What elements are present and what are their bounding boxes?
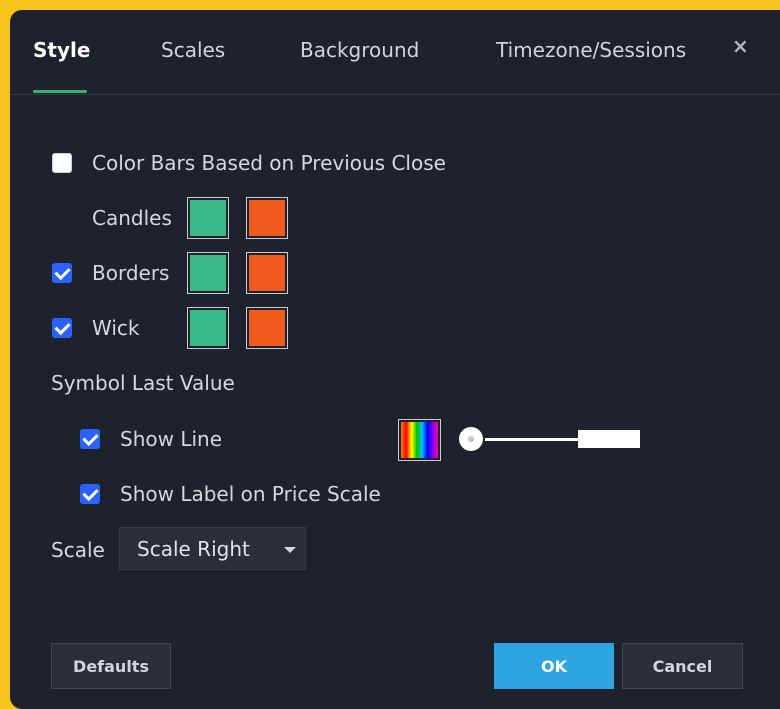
chevron-down-icon	[284, 547, 296, 553]
scale-select-value: Scale Right	[137, 537, 250, 561]
ok-button[interactable]: OK	[494, 643, 614, 689]
scale-select[interactable]: Scale Right	[119, 527, 306, 570]
wick-down-color-swatch[interactable]	[246, 307, 288, 349]
borders-down-color-swatch[interactable]	[246, 252, 288, 294]
tab-style[interactable]: Style	[33, 38, 90, 62]
tab-bar: Style Scales Background Timezone/Session…	[10, 10, 780, 95]
line-width-slider-track[interactable]	[480, 438, 590, 441]
tab-background[interactable]: Background	[300, 38, 419, 62]
show-line-checkbox[interactable]	[80, 429, 100, 449]
candles-up-color-swatch[interactable]	[187, 197, 229, 239]
color-bars-checkbox[interactable]	[52, 153, 72, 173]
cancel-button[interactable]: Cancel	[622, 643, 743, 689]
candles-down-color-swatch[interactable]	[246, 197, 288, 239]
color-bars-label: Color Bars Based on Previous Close	[92, 151, 446, 175]
line-color-swatch[interactable]	[398, 419, 441, 461]
candles-label: Candles	[92, 206, 172, 230]
borders-label: Borders	[92, 261, 170, 285]
tab-timezone-sessions[interactable]: Timezone/Sessions	[496, 38, 686, 62]
wick-label: Wick	[92, 316, 140, 340]
show-label-checkbox[interactable]	[80, 484, 100, 504]
borders-checkbox[interactable]	[52, 263, 72, 283]
scale-label: Scale	[51, 538, 105, 562]
wick-checkbox[interactable]	[52, 318, 72, 338]
close-icon[interactable]: ×	[732, 34, 749, 58]
chart-properties-dialog: Style Scales Background Timezone/Session…	[10, 10, 780, 709]
wick-up-color-swatch[interactable]	[187, 307, 229, 349]
symbol-last-value-heading: Symbol Last Value	[51, 371, 235, 395]
show-line-label: Show Line	[120, 427, 223, 451]
line-width-slider-bar[interactable]	[578, 430, 640, 448]
borders-up-color-swatch[interactable]	[187, 252, 229, 294]
active-tab-indicator	[33, 90, 87, 93]
show-label-label: Show Label on Price Scale	[120, 482, 381, 506]
defaults-button[interactable]: Defaults	[51, 643, 171, 689]
tab-scales[interactable]: Scales	[161, 38, 225, 62]
line-width-slider-handle[interactable]	[457, 425, 485, 453]
